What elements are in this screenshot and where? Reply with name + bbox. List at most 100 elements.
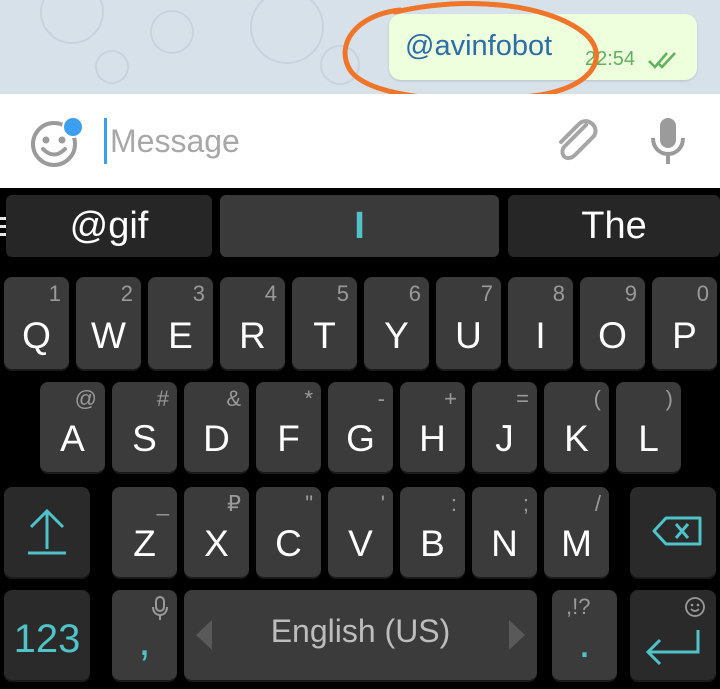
comma-key-label: , bbox=[138, 616, 151, 665]
period-key[interactable]: ,!? . bbox=[552, 590, 617, 680]
double-check-icon bbox=[648, 52, 676, 69]
key-label: D bbox=[203, 418, 230, 459]
key-label: K bbox=[564, 418, 589, 459]
key-label: T bbox=[313, 315, 336, 356]
enter-key[interactable] bbox=[630, 590, 716, 680]
key-p[interactable]: 0P bbox=[652, 277, 717, 369]
suggestion-center[interactable]: I bbox=[220, 195, 499, 257]
key-hint: # bbox=[156, 386, 169, 411]
space-key[interactable]: English (US) bbox=[184, 590, 537, 680]
key-hint: " bbox=[305, 491, 313, 516]
message-input-bar bbox=[0, 94, 720, 188]
key-hint: ₽ bbox=[227, 491, 241, 516]
key-hint: 6 bbox=[408, 281, 421, 306]
suggestion-right[interactable]: The bbox=[508, 195, 720, 257]
key-q[interactable]: 1Q bbox=[4, 277, 69, 369]
key-label: N bbox=[491, 523, 518, 564]
key-hint: : bbox=[450, 491, 457, 516]
backspace-icon bbox=[652, 516, 702, 546]
key-v[interactable]: ' V bbox=[328, 487, 393, 577]
key-hint: 8 bbox=[552, 281, 565, 306]
wallpaper-doodle bbox=[95, 50, 129, 84]
key-label: S bbox=[132, 418, 157, 459]
period-key-label: . bbox=[578, 618, 591, 667]
key-c[interactable]: " C bbox=[256, 487, 321, 577]
key-label: L bbox=[638, 418, 659, 459]
key-m[interactable]: / M bbox=[544, 487, 609, 577]
key-z[interactable]: _ Z bbox=[112, 487, 177, 577]
key-e[interactable]: 3E bbox=[148, 277, 213, 369]
key-n[interactable]: ; N bbox=[472, 487, 537, 577]
key-hint: 2 bbox=[120, 281, 133, 306]
key-j[interactable]: = J bbox=[472, 382, 537, 472]
key-label: U bbox=[455, 315, 482, 356]
key-hint: ; bbox=[522, 491, 529, 516]
message-text[interactable]: @avinfobot bbox=[405, 30, 552, 63]
suggestion-left[interactable]: @gif bbox=[6, 195, 212, 257]
key-d[interactable]: & D bbox=[184, 382, 249, 472]
key-hint: * bbox=[304, 386, 313, 411]
paperclip-icon[interactable] bbox=[553, 116, 599, 166]
key-f[interactable]: * F bbox=[256, 382, 321, 472]
key-o[interactable]: 9O bbox=[580, 277, 645, 369]
key-hint: 4 bbox=[264, 281, 277, 306]
microphone-icon[interactable] bbox=[648, 114, 688, 168]
key-label: P bbox=[672, 315, 697, 356]
key-label: Q bbox=[22, 315, 51, 356]
key-k[interactable]: (K bbox=[544, 382, 609, 472]
emoji-notification-dot bbox=[62, 116, 84, 138]
enter-arrow-icon bbox=[645, 630, 700, 666]
key-i[interactable]: 8I bbox=[508, 277, 573, 369]
key-w[interactable]: 2W bbox=[76, 277, 141, 369]
key-s[interactable]: # S bbox=[112, 382, 177, 472]
key-label: G bbox=[346, 418, 375, 459]
shift-key[interactable] bbox=[4, 487, 90, 577]
key-hint: ( bbox=[593, 386, 601, 411]
wallpaper-doodle bbox=[150, 10, 194, 54]
numbers-key-label: 123 bbox=[13, 617, 81, 661]
space-key-label: English (US) bbox=[270, 613, 451, 649]
key-label: H bbox=[419, 418, 446, 459]
key-label: B bbox=[420, 523, 445, 564]
key-hint: - bbox=[377, 386, 385, 411]
outgoing-message-bubble[interactable]: @avinfobot 22:54 bbox=[389, 14, 697, 80]
backspace-key[interactable] bbox=[630, 487, 716, 577]
key-g[interactable]: -G bbox=[328, 382, 393, 472]
message-input[interactable] bbox=[108, 114, 532, 168]
key-hint: ) bbox=[665, 386, 673, 411]
key-label: V bbox=[348, 523, 373, 564]
numbers-key[interactable]: 123 bbox=[4, 590, 90, 680]
message-time: 22:54 bbox=[585, 48, 636, 70]
wallpaper-doodle bbox=[40, 0, 104, 44]
key-a[interactable]: @ A bbox=[40, 382, 105, 472]
key-u[interactable]: 7U bbox=[436, 277, 501, 369]
key-hint: 9 bbox=[624, 281, 637, 306]
key-hint: 0 bbox=[696, 281, 709, 306]
wallpaper-doodle bbox=[320, 45, 360, 85]
key-hint: ' bbox=[380, 491, 385, 516]
key-label: F bbox=[277, 418, 300, 459]
key-hint: + bbox=[444, 386, 457, 411]
key-y[interactable]: 6Y bbox=[364, 277, 429, 369]
key-hint: @ bbox=[74, 386, 97, 411]
wallpaper-doodle bbox=[250, 0, 324, 64]
key-r[interactable]: 4R bbox=[220, 277, 285, 369]
period-key-hint: ,!? bbox=[566, 594, 591, 619]
key-t[interactable]: 5T bbox=[292, 277, 357, 369]
key-hint: 7 bbox=[480, 281, 493, 306]
key-label: O bbox=[598, 315, 627, 356]
key-hint: / bbox=[594, 491, 601, 516]
key-label: I bbox=[535, 315, 546, 356]
key-label: C bbox=[275, 523, 302, 564]
key-hint: & bbox=[226, 386, 241, 411]
key-label: M bbox=[561, 523, 592, 564]
key-label: A bbox=[60, 418, 85, 459]
on-screen-keyboard: @gif I The 1Q 2W 3E 4R 5T 6Y 7U 8I 9O 0P… bbox=[0, 188, 720, 689]
text-cursor bbox=[104, 118, 107, 164]
key-x[interactable]: ₽ X bbox=[184, 487, 249, 577]
key-b[interactable]: :B bbox=[400, 487, 465, 577]
comma-key[interactable]: , bbox=[112, 590, 177, 680]
key-h[interactable]: + H bbox=[400, 382, 465, 472]
key-l[interactable]: ) L bbox=[616, 382, 681, 472]
key-hint: = bbox=[516, 386, 529, 411]
